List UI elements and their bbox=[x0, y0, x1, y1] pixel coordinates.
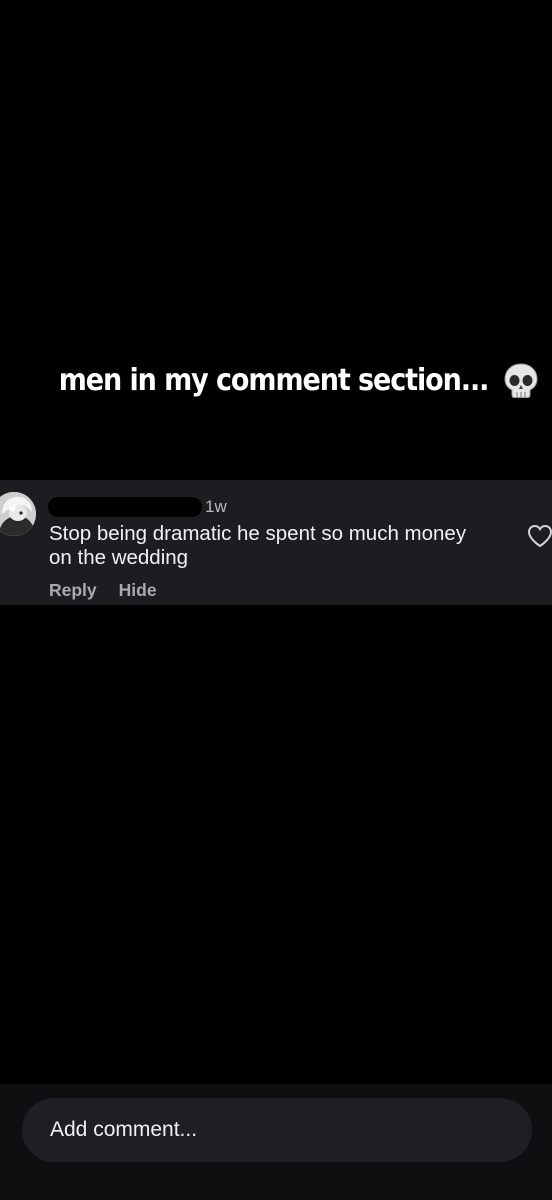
comment-timestamp: 1w bbox=[205, 497, 227, 516]
heart-outline-icon[interactable] bbox=[527, 524, 552, 548]
avatar-image bbox=[0, 492, 36, 536]
comment-actions: Reply Hide bbox=[49, 580, 157, 601]
comment-card: 1w Stop being dramatic he spent so much … bbox=[0, 480, 552, 605]
reply-button[interactable]: Reply bbox=[49, 580, 97, 600]
caption-text: men in my comment section... bbox=[58, 362, 489, 398]
username-redaction bbox=[48, 497, 202, 517]
avatar[interactable] bbox=[0, 492, 36, 536]
comment-text: Stop being dramatic he spent so much mon… bbox=[49, 522, 467, 569]
add-comment-input[interactable]: Add comment... bbox=[22, 1098, 532, 1162]
comment-composer-bar: Add comment... bbox=[0, 1084, 552, 1200]
story-caption: men in my comment section... bbox=[0, 352, 552, 409]
skull-icon bbox=[504, 362, 538, 398]
hide-button[interactable]: Hide bbox=[119, 580, 157, 600]
